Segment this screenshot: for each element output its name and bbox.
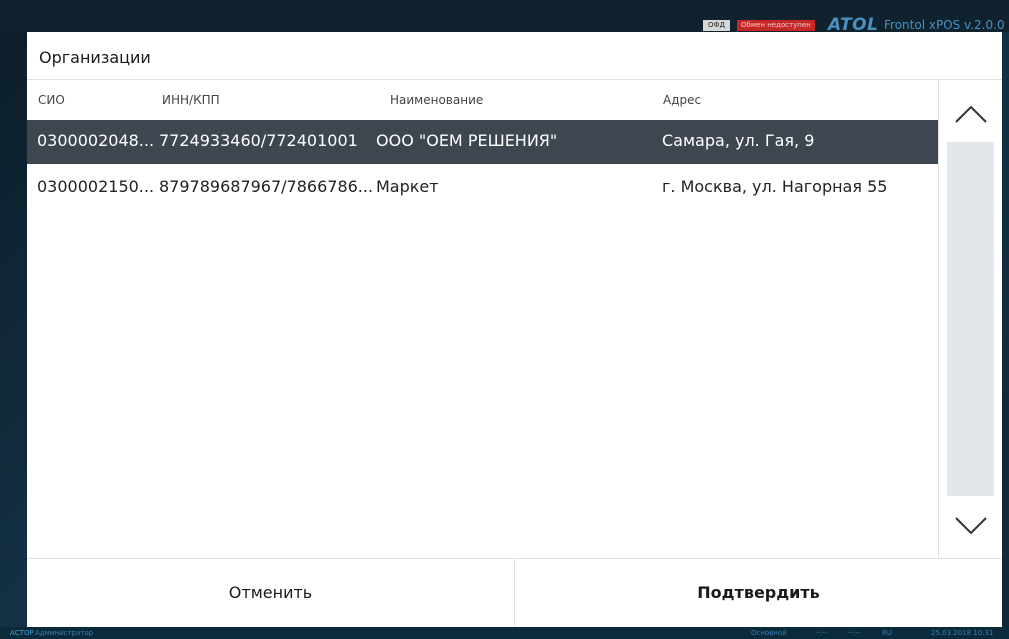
column-header-sio: СИО — [38, 93, 65, 107]
cell-inn-kpp: 879789687967/7866786... — [159, 177, 374, 196]
dialog-footer: Отменить Подтвердить — [27, 559, 1002, 627]
scroll-panel — [938, 80, 1002, 558]
top-bar: ОФД Обмен недоступен ATOL Frontol xPOS v… — [0, 0, 1009, 34]
column-header-inn-kpp: ИНН/КПП — [162, 93, 220, 107]
cell-inn-kpp: 7724933460/772401001 — [159, 131, 358, 150]
scroll-up-button[interactable] — [939, 88, 1002, 140]
scroll-down-button[interactable] — [939, 500, 1002, 552]
app-version: Frontol xPOS v.2.0.0 — [884, 18, 1005, 32]
organizations-dialog: Организации СИО ИНН/КПП Наименование Адр… — [27, 32, 1002, 627]
column-header-address: Адрес — [663, 93, 702, 107]
status-company: АСТОР — [10, 629, 34, 637]
status-mode: Основной — [751, 629, 787, 637]
status-bar: АСТОР Администратор Основной --:-- --:--… — [0, 627, 1009, 639]
chevron-up-icon — [954, 105, 987, 123]
cell-name: ООО "ОЕМ РЕШЕНИЯ" — [376, 131, 558, 150]
ofd-badge: ОФД — [703, 20, 731, 31]
dialog-title: Организации — [39, 48, 151, 67]
scrollbar-track[interactable] — [947, 142, 994, 496]
cell-address: г. Москва, ул. Нагорная 55 — [662, 177, 888, 196]
chevron-down-icon — [954, 517, 987, 535]
table-row[interactable]: 0300002150... 879789687967/7866786... Ма… — [27, 166, 938, 210]
exchange-status-badge: Обмен недоступен — [737, 20, 815, 31]
table-row[interactable]: 0300002048... 7724933460/772401001 ООО "… — [27, 120, 938, 164]
status-datetime: 25.03.2018 10:31 — [931, 629, 994, 637]
cell-sio: 0300002048... — [37, 131, 155, 150]
status-time-2: --:-- — [848, 629, 861, 637]
cell-sio: 0300002150... — [37, 177, 155, 196]
status-language: RU — [882, 629, 892, 637]
organizations-table: СИО ИНН/КПП Наименование Адрес 030000204… — [27, 80, 938, 558]
column-header-name: Наименование — [390, 93, 484, 107]
status-user: Администратор — [35, 629, 94, 637]
cancel-button[interactable]: Отменить — [27, 559, 514, 627]
cell-address: Самара, ул. Гая, 9 — [662, 131, 815, 150]
status-time-1: --:-- — [815, 629, 828, 637]
confirm-button[interactable]: Подтвердить — [515, 559, 1002, 627]
cell-name: Маркет — [376, 177, 439, 196]
